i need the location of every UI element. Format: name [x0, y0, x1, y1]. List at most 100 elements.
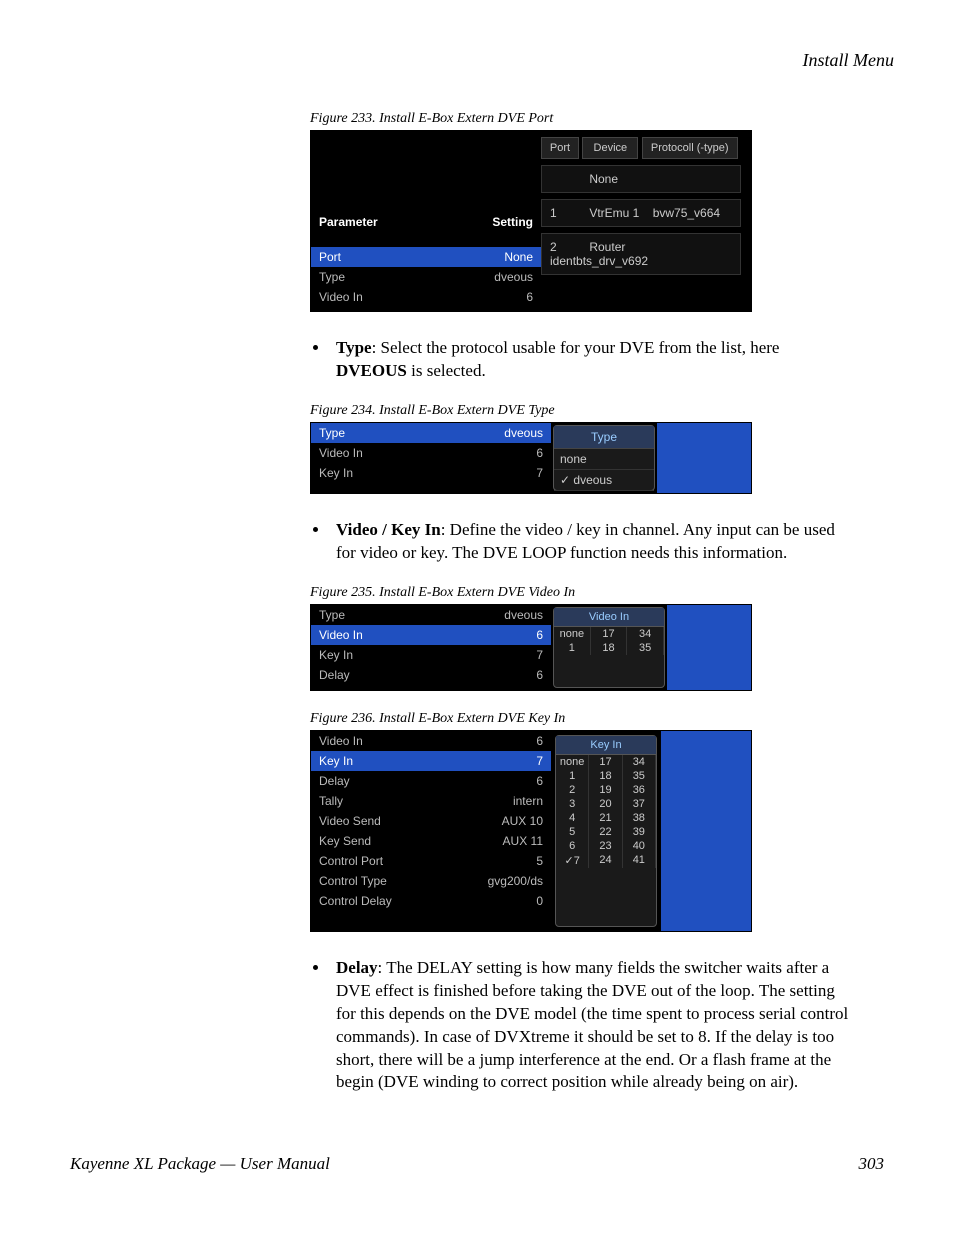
grid-row[interactable]: none1734 [556, 755, 656, 769]
grid-cell[interactable]: 35 [627, 641, 664, 655]
grid-cell[interactable]: 41 [623, 853, 656, 868]
opt-port: 2 [550, 240, 586, 254]
grid-cell[interactable]: none [556, 755, 589, 769]
cell-label: Type [319, 608, 345, 622]
param-row-port[interactable]: Port None [311, 247, 541, 267]
grid-cell[interactable]: 4 [556, 811, 589, 825]
param-row[interactable]: Key In7 [311, 751, 551, 771]
cell-label: Port [319, 250, 341, 264]
grid-cell[interactable]: 1 [554, 641, 591, 655]
grid-cell[interactable]: 24 [589, 853, 622, 868]
cell-value: dveous [494, 270, 533, 284]
figure-caption-236: Figure 236. Install E-Box Extern DVE Key… [310, 711, 894, 727]
param-row-type[interactable]: Typedveous [311, 423, 551, 443]
selector-title: Video In [554, 608, 664, 627]
param-row-videoin[interactable]: Video In6 [311, 443, 551, 463]
param-row[interactable]: Video In6 [311, 625, 551, 645]
grid-cell[interactable]: 17 [591, 627, 628, 641]
figure-caption-233: Figure 233. Install E-Box Extern DVE Por… [310, 111, 894, 127]
grid-cell[interactable]: 19 [589, 783, 622, 797]
cell-label: Control Port [319, 854, 383, 868]
grid-cell[interactable]: 39 [623, 825, 656, 839]
param-row-type[interactable]: Type dveous [311, 267, 541, 287]
cell-label: Tally [319, 794, 343, 808]
cell-value: 5 [536, 854, 543, 868]
param-row[interactable]: Delay6 [311, 771, 551, 791]
dropdown-option-none[interactable]: none [554, 449, 654, 470]
cell-label: Key In [319, 648, 353, 662]
opt-proto: bvw75_v664 [653, 206, 720, 220]
grid-cell[interactable]: 22 [589, 825, 622, 839]
grid-row[interactable]: 42138 [556, 811, 656, 825]
grid-row[interactable]: 11835 [554, 641, 664, 655]
grid-cell[interactable]: 36 [623, 783, 656, 797]
para-lead: Delay [336, 958, 378, 977]
grid-cell[interactable]: 21 [589, 811, 622, 825]
port-option-1[interactable]: 1 VtrEmu 1 bvw75_v664 [541, 199, 741, 227]
grid-cell[interactable]: 18 [589, 769, 622, 783]
dropdown-option-dveous[interactable]: ✓ dveous [554, 470, 654, 491]
param-row[interactable]: Delay6 [311, 665, 551, 685]
selector-title: Key In [556, 736, 656, 755]
grid-cell[interactable]: 34 [627, 627, 664, 641]
grid-cell[interactable]: 2 [556, 783, 589, 797]
dropdown-title: Type [554, 426, 654, 449]
opt-device: VtrEmu 1 [589, 206, 649, 220]
grid-cell[interactable]: 23 [589, 839, 622, 853]
grid-cell[interactable]: ✓7 [556, 853, 589, 868]
grid-row[interactable]: 21936 [556, 783, 656, 797]
grid-cell[interactable]: 17 [589, 755, 622, 769]
type-dropdown[interactable]: Type none ✓ dveous [553, 425, 655, 491]
body-para-type: Type: Select the protocol usable for you… [310, 337, 854, 383]
param-row[interactable]: Control Typegvg200/ds [311, 871, 551, 891]
grid-cell[interactable]: 18 [591, 641, 628, 655]
param-row-videoin[interactable]: Video In 6 [311, 287, 541, 307]
param-row[interactable]: Tallyintern [311, 791, 551, 811]
grid-cell[interactable]: 37 [623, 797, 656, 811]
cell-value: 6 [526, 290, 533, 304]
port-option-2[interactable]: 2 Router identbts_drv_v692 [541, 233, 741, 275]
grid-cell[interactable]: 1 [556, 769, 589, 783]
grid-row[interactable]: ✓72441 [556, 853, 656, 868]
grid-cell[interactable]: none [554, 627, 591, 641]
param-row[interactable]: Type dveous [311, 605, 551, 625]
para-lead: Video / Key In [336, 520, 441, 539]
cell-label: Video In [319, 734, 363, 748]
cell-value: 6 [536, 628, 543, 642]
hdr-device: Device [582, 137, 638, 159]
grid-cell[interactable]: 40 [623, 839, 656, 853]
grid-row[interactable]: 32037 [556, 797, 656, 811]
screenshot-233: Parameter Setting Port None Type dveous … [310, 130, 752, 312]
cell-label: Type [319, 426, 345, 440]
grid-cell[interactable]: 6 [556, 839, 589, 853]
cell-label: Control Delay [319, 894, 392, 908]
param-row-keyin[interactable]: Key In7 [311, 463, 551, 483]
cell-label: Key Send [319, 834, 371, 848]
grid-cell[interactable]: 34 [623, 755, 656, 769]
port-option-none[interactable]: None [541, 165, 741, 193]
section-header: Install Menu [60, 50, 894, 71]
param-row[interactable]: Control Delay0 [311, 891, 551, 911]
param-row[interactable]: Video SendAUX 10 [311, 811, 551, 831]
grid-row[interactable]: 11835 [556, 769, 656, 783]
grid-cell[interactable]: 3 [556, 797, 589, 811]
param-row[interactable]: Control Port 5 [311, 851, 551, 871]
keyin-selector[interactable]: Key In none1734 11835 21936 32037 42138 … [555, 735, 657, 927]
figure-caption-234: Figure 234. Install E-Box Extern DVE Typ… [310, 403, 894, 419]
figure-caption-235: Figure 235. Install E-Box Extern DVE Vid… [310, 585, 894, 601]
body-para-videokey: Video / Key In: Define the video / key i… [310, 519, 854, 565]
footer-page: 303 [859, 1154, 885, 1174]
grid-cell[interactable]: 35 [623, 769, 656, 783]
grid-cell[interactable]: 20 [589, 797, 622, 811]
videoin-selector[interactable]: Video In none1734 11835 [553, 607, 665, 688]
grid-cell[interactable]: 5 [556, 825, 589, 839]
grid-row[interactable]: 62340 [556, 839, 656, 853]
param-row[interactable]: Key In7 [311, 645, 551, 665]
grid-row[interactable]: none1734 [554, 627, 664, 641]
grid-row[interactable]: 52239 [556, 825, 656, 839]
grid-cell[interactable]: 38 [623, 811, 656, 825]
param-row[interactable]: Key SendAUX 11 [311, 831, 551, 851]
cell-value: dveous [504, 608, 543, 622]
opt-device: Router [589, 240, 649, 254]
param-row[interactable]: Video In6 [311, 731, 551, 751]
